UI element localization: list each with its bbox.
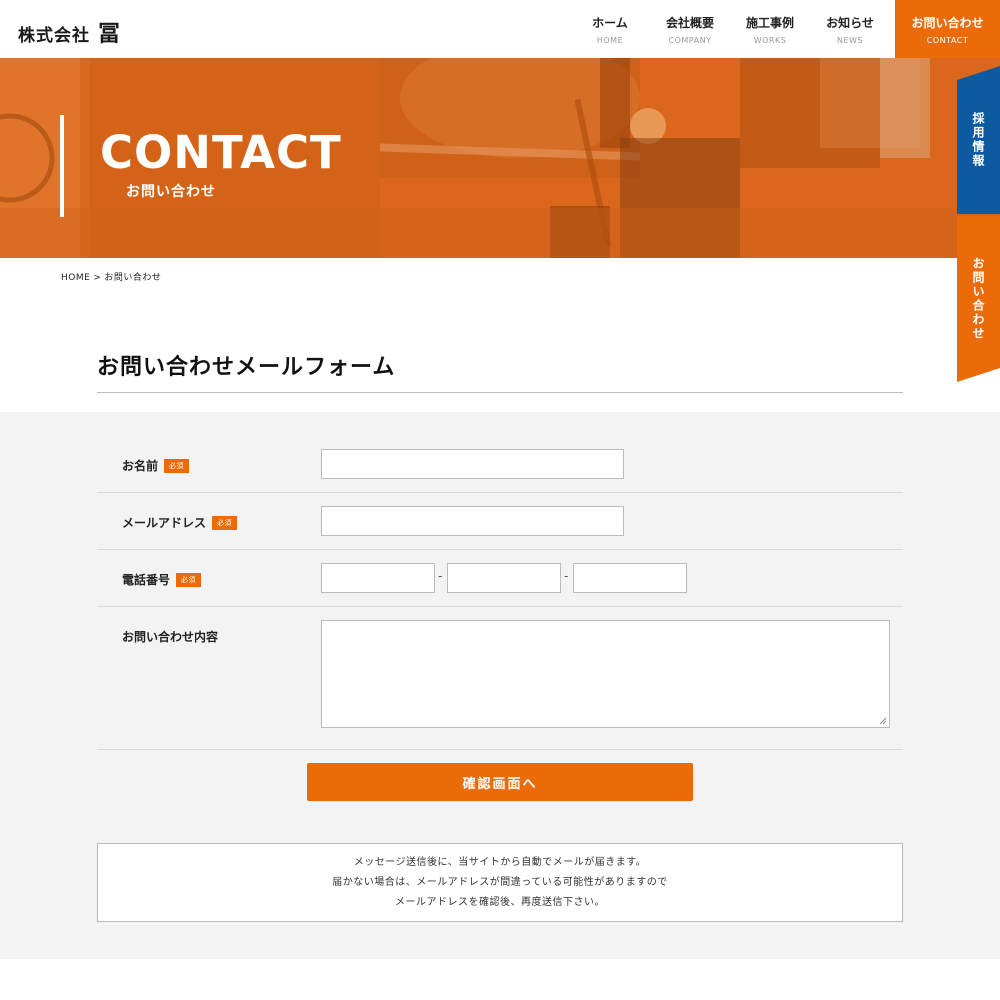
message-textarea[interactable] [321,620,890,728]
email-field-label: メールアドレス 必須 [122,514,238,531]
hero-subtitle: お問い合わせ [126,184,216,200]
notice-line: メッセージ送信後に、当サイトから自動でメールが届きます。 [353,856,647,868]
nav-item-company[interactable]: 会社概要 COMPANY [655,0,725,58]
phone-input-1[interactable] [321,563,435,593]
name-field-label: お名前 必須 [122,457,190,474]
breadcrumb-home-link[interactable]: HOME [61,273,90,283]
phone-input-3[interactable] [573,563,687,593]
phone-separator: - [564,569,569,583]
notice-line: メールアドレスを確認後、再度送信下さい。 [395,896,605,908]
hero-banner: CONTACT お問い合わせ [0,58,1000,258]
form-row-name: お名前 必須 [97,436,903,493]
message-field-label: お問い合わせ内容 [122,628,218,645]
logo-sub-text: 株式会社 [18,26,90,46]
nav-sublabel: WORKS [753,35,787,45]
email-input[interactable] [321,506,624,536]
nav-label: お問い合わせ [911,15,984,30]
nav-label: 施工事例 [745,15,794,30]
hero-title: CONTACT [100,126,342,179]
nav-label: お知らせ [826,15,874,30]
hero-accent-bar [60,115,64,217]
breadcrumb-current: お問い合わせ [104,273,162,283]
form-row-email: メールアドレス 必須 [97,493,903,550]
field-label-text: メールアドレス [122,516,207,530]
nav-item-home[interactable]: ホーム HOME [575,0,645,58]
nav-item-contact[interactable]: お問い合わせ CONTACT [895,0,1000,58]
site-header: 株式会社 冨 ホーム HOME 会社概要 COMPANY 施工事例 WORKS … [0,0,1000,58]
field-label-text: お問い合わせ内容 [122,630,219,644]
logo-main-text: 冨 [98,21,121,47]
breadcrumb: HOME > お問い合わせ [61,270,164,283]
nav-label: 会社概要 [665,15,714,30]
side-tab-contact[interactable]: お問い合わせ [957,216,1000,382]
confirm-button[interactable]: 確認画面へ [307,763,693,801]
form-row-message: お問い合わせ内容 [97,607,903,750]
nav-sublabel: NEWS [836,35,864,45]
phone-separator: - [438,569,443,583]
nav-sublabel: CONTACT [926,35,969,45]
notice-box: メッセージ送信後に、当サイトから自動でメールが届きます。 届かない場合は、メール… [97,843,903,922]
global-nav: ホーム HOME 会社概要 COMPANY 施工事例 WORKS お知らせ NE… [575,0,1000,58]
name-input[interactable] [321,449,624,479]
company-logo[interactable]: 株式会社 冨 [18,16,120,47]
nav-label: ホーム [592,15,628,30]
side-tab-label: 採用情報 [971,112,985,168]
nav-item-works[interactable]: 施工事例 WORKS [735,0,805,58]
field-label-text: 電話番号 [122,573,171,587]
side-tab-recruit[interactable]: 採用情報 [957,66,1000,214]
required-badge: 必須 [212,515,238,530]
resize-grip-icon[interactable] [879,717,887,725]
side-tab-label: お問い合わせ [971,257,985,341]
field-label-text: お名前 [122,459,159,473]
nav-sublabel: COMPANY [668,35,712,45]
heading-divider [97,392,903,393]
nav-item-news[interactable]: お知らせ NEWS [815,0,885,58]
page-title: お問い合わせメールフォーム [97,355,396,380]
notice-line: 届かない場合は、メールアドレスが間違っている可能性がありますので [332,876,668,888]
phone-field-label: 電話番号 必須 [122,571,202,588]
required-badge: 必須 [176,572,202,587]
nav-sublabel: HOME [596,35,624,45]
form-row-phone: 電話番号 必須 - - [97,550,903,607]
phone-input-2[interactable] [447,563,561,593]
breadcrumb-separator: > [93,273,102,283]
required-badge: 必須 [164,458,190,473]
